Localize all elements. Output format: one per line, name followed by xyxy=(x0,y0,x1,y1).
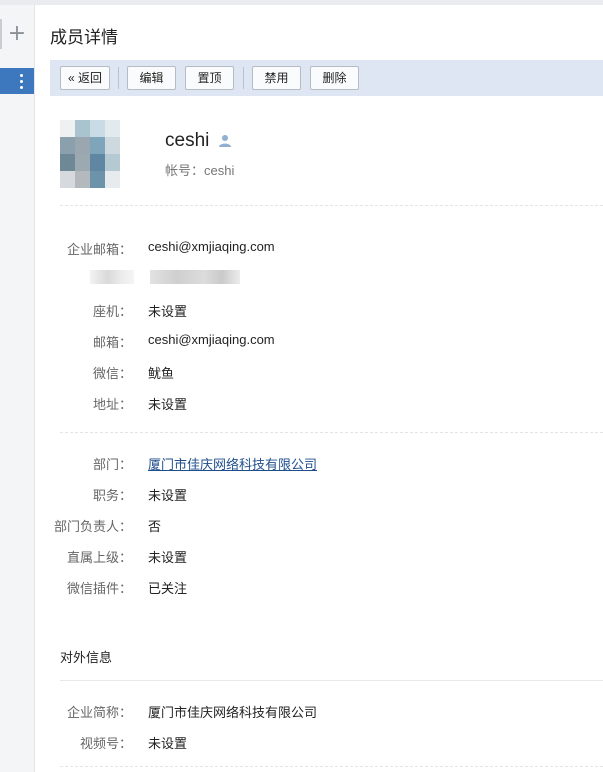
landline-label: 座机： xyxy=(92,304,132,319)
delete-button[interactable]: 删除 xyxy=(310,66,359,90)
supervisor-row: 直属上级： 未设置 xyxy=(35,547,603,567)
address-value: 未设置 xyxy=(148,397,188,412)
section-divider xyxy=(60,432,603,433)
redacted-label xyxy=(90,270,134,284)
wechat-plugin-label: 微信插件： xyxy=(66,581,132,596)
edit-button[interactable]: 编辑 xyxy=(127,66,176,90)
wechat-plugin-value: 已关注 xyxy=(148,581,188,596)
video-account-row: 视频号： 未设置 xyxy=(35,733,603,753)
department-label: 部门： xyxy=(92,457,132,472)
member-name: ceshi xyxy=(165,130,210,151)
pin-button[interactable]: 置顶 xyxy=(185,66,234,90)
wechat-value: 鱿鱼 xyxy=(148,366,175,381)
video-account-label: 视频号： xyxy=(79,736,132,751)
corp-email-value: ceshi@xmjiaqing.com xyxy=(148,239,275,254)
landline-row: 座机： 未设置 xyxy=(35,301,603,321)
corp-short-name-label: 企业简称： xyxy=(66,705,132,720)
video-account-value: 未设置 xyxy=(148,736,188,751)
member-account: 帐号：ceshi xyxy=(165,163,235,178)
position-label: 职务： xyxy=(92,488,132,503)
avatar xyxy=(60,120,120,188)
department-link[interactable]: 厦门市佳庆网络科技有限公司 xyxy=(148,454,317,473)
corp-email-label: 企业邮箱： xyxy=(66,242,132,257)
left-rail: + xyxy=(0,5,35,772)
supervisor-value: 未设置 xyxy=(148,550,188,565)
address-row: 地址： 未设置 xyxy=(35,394,603,414)
disable-button[interactable]: 禁用 xyxy=(252,66,301,90)
dept-head-row: 部门负责人： 否 xyxy=(35,516,603,536)
plus-icon[interactable]: + xyxy=(0,19,34,49)
supervisor-label: 直属上级： xyxy=(66,550,132,565)
person-icon xyxy=(219,135,231,147)
position-value: 未设置 xyxy=(148,488,188,503)
section-divider xyxy=(60,680,603,681)
toolbar-separator xyxy=(118,67,119,89)
corp-short-name-row: 企业简称： 厦门市佳庆网络科技有限公司 xyxy=(35,702,603,722)
back-button[interactable]: « 返回 xyxy=(60,66,110,90)
dept-head-value: 否 xyxy=(148,519,162,534)
email-value: ceshi@xmjiaqing.com xyxy=(148,332,275,347)
position-row: 职务： 未设置 xyxy=(35,485,603,505)
address-label: 地址： xyxy=(92,397,132,412)
section-divider xyxy=(60,766,603,767)
redacted-row xyxy=(35,270,603,290)
wechat-label: 微信： xyxy=(92,366,132,381)
main-panel: 成员详情 « 返回 编辑 置顶 禁用 删除 ceshi 帐号：ceshi 企业邮… xyxy=(35,5,603,772)
more-vertical-icon[interactable] xyxy=(0,68,34,94)
corp-email-row: 企业邮箱： ceshi@xmjiaqing.com xyxy=(35,239,603,259)
corp-short-name-value: 厦门市佳庆网络科技有限公司 xyxy=(148,705,318,720)
toolbar: « 返回 编辑 置顶 禁用 删除 xyxy=(50,60,603,96)
wechat-row: 微信： 鱿鱼 xyxy=(35,363,603,383)
dept-head-label: 部门负责人： xyxy=(53,519,132,534)
department-row: 部门： 厦门市佳庆网络科技有限公司 xyxy=(35,454,603,474)
email-row: 邮箱： ceshi@xmjiaqing.com xyxy=(35,332,603,352)
page-title: 成员详情 xyxy=(50,28,118,47)
external-info-title: 对外信息 xyxy=(60,650,113,665)
section-divider xyxy=(60,205,603,206)
toolbar-separator xyxy=(243,67,244,89)
redacted-value xyxy=(150,270,240,284)
email-label: 邮箱： xyxy=(92,335,132,350)
wechat-plugin-row: 微信插件： 已关注 xyxy=(35,578,603,598)
landline-value: 未设置 xyxy=(148,304,188,319)
